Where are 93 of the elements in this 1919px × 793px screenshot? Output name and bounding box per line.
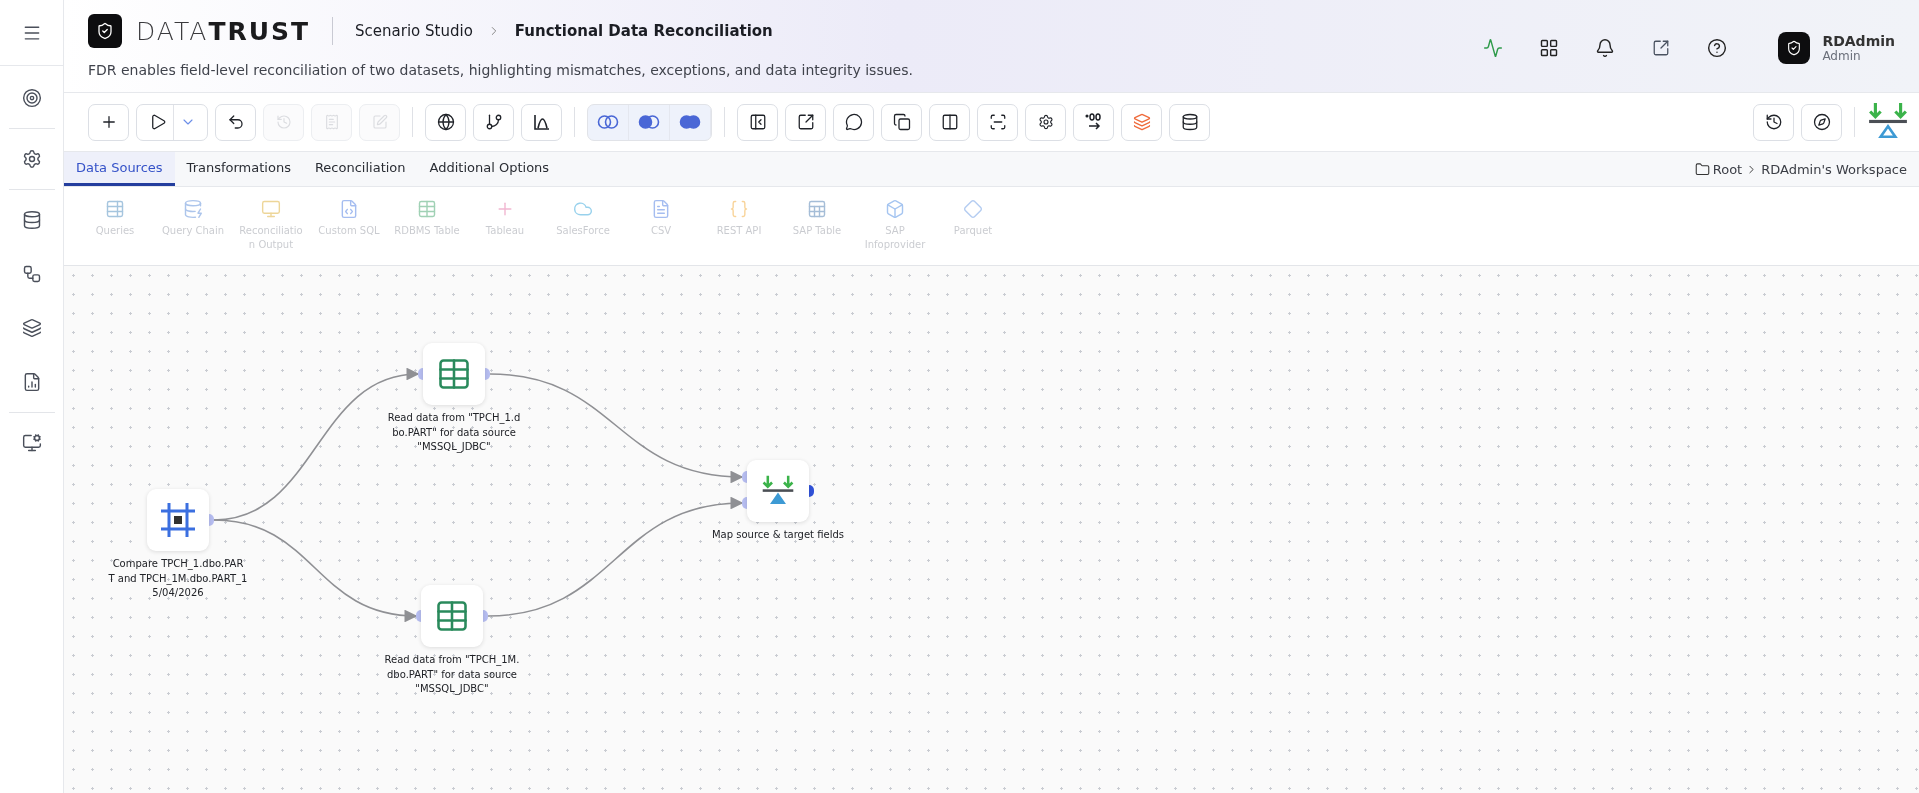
table-icon: [434, 598, 470, 634]
settings-icon: [21, 149, 42, 169]
database-button[interactable]: [1169, 103, 1210, 141]
chart-button[interactable]: [521, 103, 562, 141]
layers-icon: [1132, 113, 1151, 131]
braces-icon: [729, 199, 749, 219]
monitor-icon: [261, 199, 281, 219]
page-description: FDR enables field-level reconciliation of two datasets, highlighting mismatches, exceptions, and data integrity issues.: [88, 62, 913, 78]
version-history-button[interactable]: [1753, 103, 1794, 141]
cube-icon: [885, 199, 905, 219]
scan-button[interactable]: [977, 103, 1018, 141]
comment-button[interactable]: [833, 103, 874, 141]
undo-icon: [226, 113, 245, 131]
database-icon: [183, 199, 203, 219]
tab[interactable]: Transformations: [174, 152, 303, 186]
activity-icon: [1483, 38, 1504, 58]
edit-icon: [371, 114, 388, 130]
globe-icon: [436, 113, 455, 131]
scan-icon: [988, 113, 1007, 131]
join-icon: [597, 115, 619, 129]
table-icon: [807, 199, 827, 219]
database-icon: [1180, 113, 1199, 131]
external-link-icon: [796, 113, 815, 131]
node-label: Map source & target fields: [711, 528, 845, 542]
folder-icon: [1694, 161, 1710, 177]
add-button[interactable]: [88, 103, 129, 141]
input-port[interactable]: [742, 497, 747, 509]
workspace-link[interactable]: RDAdmin's Workspace: [1761, 161, 1907, 177]
comment-icon: [844, 113, 863, 131]
workflow-node[interactable]: [147, 489, 209, 551]
logo-text: DATATRUST: [136, 16, 311, 46]
undo-button[interactable]: [215, 103, 256, 141]
history-icon: [275, 114, 292, 130]
input-port[interactable]: [418, 368, 423, 380]
table-icon: [105, 199, 125, 219]
decimal-icon: [1084, 113, 1103, 131]
columns-icon: [940, 113, 959, 131]
target-icon: [21, 88, 42, 108]
split-view-button[interactable]: [929, 103, 970, 141]
copy-icon: [892, 113, 911, 131]
output-port[interactable]: [809, 485, 814, 497]
settings-icon: [1037, 114, 1054, 130]
user-role: Admin: [1822, 49, 1862, 63]
cloud-icon: [573, 199, 593, 219]
branch-button[interactable]: [473, 103, 514, 141]
globe-button[interactable]: [425, 103, 466, 141]
join-icon: [679, 115, 701, 129]
user-name: RDAdmin: [1822, 33, 1895, 49]
branch-icon: [484, 113, 503, 131]
node-label: Read data from "TPCH_1M. dbo.PART" for data source "MSSQL_JDBC": [383, 653, 521, 697]
shield-icon: [96, 22, 114, 40]
user-avatar[interactable]: [1778, 32, 1811, 64]
panel-icon: [748, 113, 767, 131]
shield-icon: [1786, 40, 1803, 56]
folder-link[interactable]: Root: [1712, 161, 1743, 177]
file-icon: [651, 199, 671, 219]
decimal-button[interactable]: [1073, 103, 1114, 141]
chart-icon: [532, 113, 551, 131]
receipt-icon: [323, 114, 340, 130]
tab[interactable]: Reconciliation: [302, 152, 418, 186]
bell-icon: [1595, 38, 1616, 58]
workflow-icon: [21, 264, 42, 284]
input-port[interactable]: [416, 610, 421, 622]
help-icon: [1707, 38, 1728, 58]
workflow-node[interactable]: [747, 460, 809, 522]
settings-button[interactable]: [1025, 103, 1066, 141]
external-link-icon: [1652, 39, 1671, 57]
input-port[interactable]: [742, 471, 747, 483]
file-icon: [339, 199, 359, 219]
join-icon: [638, 115, 660, 129]
monitor-icon: [21, 433, 42, 453]
database-icon: [21, 210, 42, 230]
tab[interactable]: Additional Options: [417, 152, 562, 186]
history-icon: [1764, 113, 1783, 131]
workflow-node[interactable]: [421, 585, 483, 647]
open-external-button[interactable]: [785, 103, 826, 141]
page-title: Functional Data Reconciliation: [514, 22, 773, 40]
compass-button[interactable]: [1801, 103, 1842, 141]
layers-icon: [21, 318, 42, 338]
compass-icon: [1812, 113, 1831, 131]
grid-icon: [1539, 38, 1560, 58]
diamond-icon: [963, 199, 983, 219]
table-icon: [436, 356, 472, 392]
node-label: Compare TPCH_1.dbo.PAR T and TPCH_1M.dbo.PART_1 5/04/2026: [107, 557, 249, 600]
node-label: Read data from "TPCH_1.d bo.PART" for data source "MSSQL_JDBC": [386, 411, 522, 455]
run-button[interactable]: [136, 103, 208, 141]
frame-icon: [159, 501, 197, 539]
grid-icon: [417, 199, 437, 219]
workflow-node[interactable]: [423, 343, 485, 405]
breadcrumb-link[interactable]: Scenario Studio: [355, 22, 473, 40]
collapse-button[interactable]: [737, 103, 778, 141]
copy-button[interactable]: [881, 103, 922, 141]
tab[interactable]: Data Sources: [64, 152, 175, 186]
